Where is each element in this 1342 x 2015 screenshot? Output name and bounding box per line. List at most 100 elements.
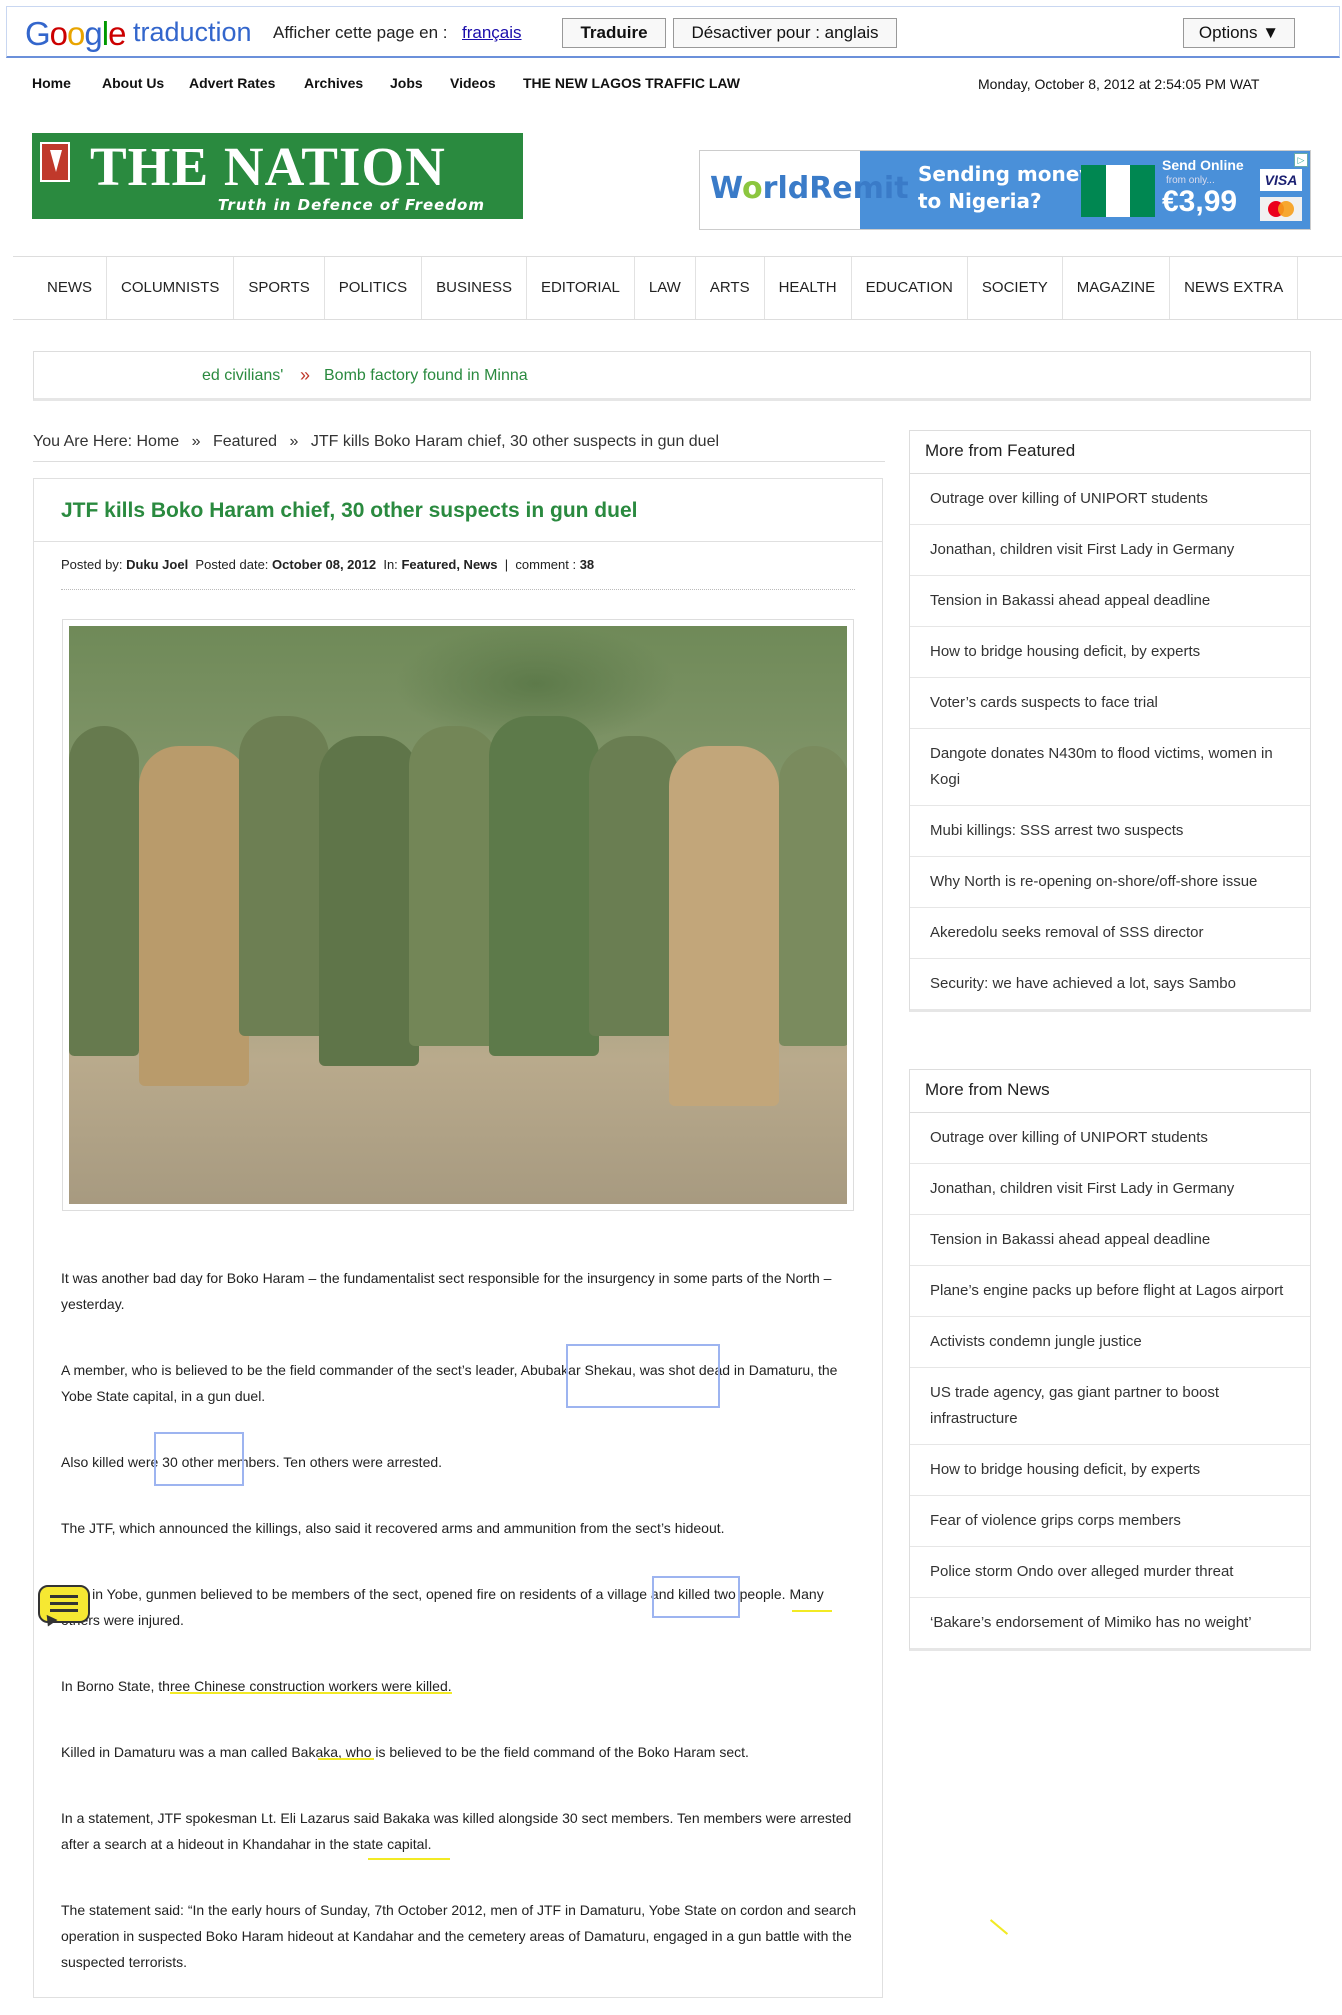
sidebar-link[interactable]: Plane’s engine packs up before flight at… [910,1266,1310,1317]
breadcrumb-separator: » [191,433,201,450]
highlight-underline[interactable] [792,1610,832,1612]
highlight-mark[interactable] [989,1919,1009,1935]
date-time: Monday, October 8, 2012 at 2:54:05 PM WA… [978,76,1260,92]
sidebar-link[interactable]: Outrage over killing of UNIPORT students [910,1113,1310,1164]
sidebar-link[interactable]: How to bridge housing deficit, by expert… [910,627,1310,678]
ad-headline: Sending money to Nigeria? [918,162,1093,213]
article-paragraph: In Borno State, three Chinese constructi… [61,1678,452,1694]
nav-society[interactable]: SOCIETY [968,257,1063,319]
breadcrumb-current: JTF kills Boko Haram chief, 30 other sus… [310,433,720,450]
breadcrumb-home[interactable]: Home [136,433,179,450]
sidebar-link[interactable]: Tension in Bakassi ahead appeal deadline [910,1215,1310,1266]
article-photo [62,619,854,1211]
article-paragraph: It was another bad day for Boko Haram – … [61,1270,832,1312]
logo-tagline: Truth in Defence of Freedom [217,196,485,214]
breadcrumb-section[interactable]: Featured [213,433,277,450]
nav-education[interactable]: EDUCATION [852,257,968,319]
article-meta: Posted by: Duku Joel Posted date: Octobe… [61,557,594,572]
article-date: October 08, 2012 [272,557,377,572]
logo-title: THE NATION [90,136,446,197]
nigeria-flag-icon [1081,165,1156,217]
article-categories[interactable]: Featured, News [401,557,497,572]
target-language-link[interactable]: français [462,23,522,43]
ad-brand: WorldRemit [710,171,909,206]
top-nav-home[interactable]: Home [32,75,71,91]
article-paragraph: Killed in Damaturu was a man called Baka… [61,1744,749,1760]
annotation-box[interactable] [154,1432,244,1486]
annotation-box[interactable] [566,1344,720,1408]
sidebar-link[interactable]: Activists condemn jungle justice [910,1317,1310,1368]
top-nav-traffic-law[interactable]: THE NEW LAGOS TRAFFIC LAW [523,75,740,91]
nav-business[interactable]: BUSINESS [422,257,527,319]
sidebar-more-featured: More from Featured Outrage over killing … [909,430,1311,1012]
sidebar-link[interactable]: US trade agency, gas giant partner to bo… [910,1368,1310,1445]
meta-divider: | [504,557,509,572]
breadcrumb-prefix: You Are Here: [33,433,133,450]
nav-arts[interactable]: ARTS [696,257,765,319]
sidebar-link[interactable]: How to bridge housing deficit, by expert… [910,1445,1310,1496]
sidebar-link[interactable]: Security: we have achieved a lot, says S… [910,959,1310,1009]
article-author[interactable]: Duku Joel [126,557,188,572]
nav-law[interactable]: LAW [635,257,696,319]
site-logo[interactable]: THE NATION Truth in Defence of Freedom [32,133,523,219]
sidebar-link[interactable]: Mubi killings: SSS arrest two suspects [910,806,1310,857]
translate-prompt: Afficher cette page en : [273,23,448,42]
sidebar-link[interactable]: Police storm Ondo over alleged murder th… [910,1547,1310,1598]
article: JTF kills Boko Haram chief, 30 other sus… [33,478,883,1998]
google-logo[interactable]: Google [25,15,126,53]
sticky-note-icon[interactable] [38,1585,90,1623]
sidebar-link[interactable]: Dangote donates N430m to flood victims, … [910,729,1310,806]
adchoices-icon[interactable]: ▷ [1294,153,1308,167]
highlight-underline[interactable] [170,1692,452,1694]
highlight-underline[interactable] [368,1858,450,1860]
translate-button[interactable]: Traduire [562,18,666,48]
breadcrumb: You Are Here: Home » Featured » JTF kill… [33,433,885,462]
nav-news[interactable]: NEWS [33,257,107,319]
sidebar-link[interactable]: ‘Bakare’s endorsement of Mimiko has no w… [910,1598,1310,1648]
divider [34,541,882,542]
nav-sports[interactable]: SPORTS [234,257,325,319]
news-ticker: ed civilians' » Bomb factory found in Mi… [33,351,1311,401]
top-nav-archives[interactable]: Archives [304,75,363,91]
annotation-box[interactable] [652,1576,740,1618]
article-title[interactable]: JTF kills Boko Haram chief, 30 other sus… [61,499,637,523]
disable-translation-button[interactable]: Désactiver pour : anglais [673,18,897,48]
sidebar-heading: More from News [910,1070,1310,1113]
nav-politics[interactable]: POLITICS [325,257,423,319]
ticker-item[interactable]: Bomb factory found in Minna [324,367,528,385]
translate-options-button[interactable]: Options ▼ [1183,18,1295,48]
sidebar-link[interactable]: Akeredolu seeks removal of SSS director [910,908,1310,959]
translate-product-name: traduction [133,17,252,47]
nav-health[interactable]: HEALTH [765,257,852,319]
sidebar-link[interactable]: Voter’s cards suspects to face trial [910,678,1310,729]
top-nav-about[interactable]: About Us [102,75,164,91]
meta-label: comment : [515,557,577,572]
visa-icon: VISA [1260,169,1302,191]
sidebar-link[interactable]: Jonathan, children visit First Lady in G… [910,525,1310,576]
sidebar-link[interactable]: Jonathan, children visit First Lady in G… [910,1164,1310,1215]
comment-count[interactable]: 38 [580,557,594,572]
meta-label: In: [383,557,398,572]
sidebar-heading: More from Featured [910,431,1310,474]
breadcrumb-separator: » [289,433,299,450]
article-paragraph: A member, who is believed to be the fiel… [61,1362,838,1404]
sidebar-link[interactable]: Fear of violence grips corps members [910,1496,1310,1547]
ticker-item[interactable]: ed civilians' [202,367,283,385]
advert-banner[interactable]: WorldRemit Sending money to Nigeria? Sen… [699,150,1311,230]
sidebar-link[interactable]: Why North is re-opening on-shore/off-sho… [910,857,1310,908]
sidebar-link[interactable]: Tension in Bakassi ahead appeal deadline [910,576,1310,627]
nav-magazine[interactable]: MAGAZINE [1063,257,1171,319]
top-nav-advert-rates[interactable]: Advert Rates [189,75,275,91]
mastercard-icon [1260,197,1302,221]
translate-bar: Google traduction Afficher cette page en… [6,6,1340,58]
divider [61,589,855,590]
nav-news-extra[interactable]: NEWS EXTRA [1170,257,1299,319]
soldiers-photo [69,626,847,1204]
nav-editorial[interactable]: EDITORIAL [527,257,635,319]
top-nav-videos[interactable]: Videos [450,75,496,91]
sidebar-link[interactable]: Outrage over killing of UNIPORT students [910,474,1310,525]
nav-columnists[interactable]: COLUMNISTS [107,257,235,319]
highlight-underline[interactable] [318,1758,374,1760]
top-nav-jobs[interactable]: Jobs [390,75,423,91]
sidebar-more-news: More from News Outrage over killing of U… [909,1069,1311,1651]
